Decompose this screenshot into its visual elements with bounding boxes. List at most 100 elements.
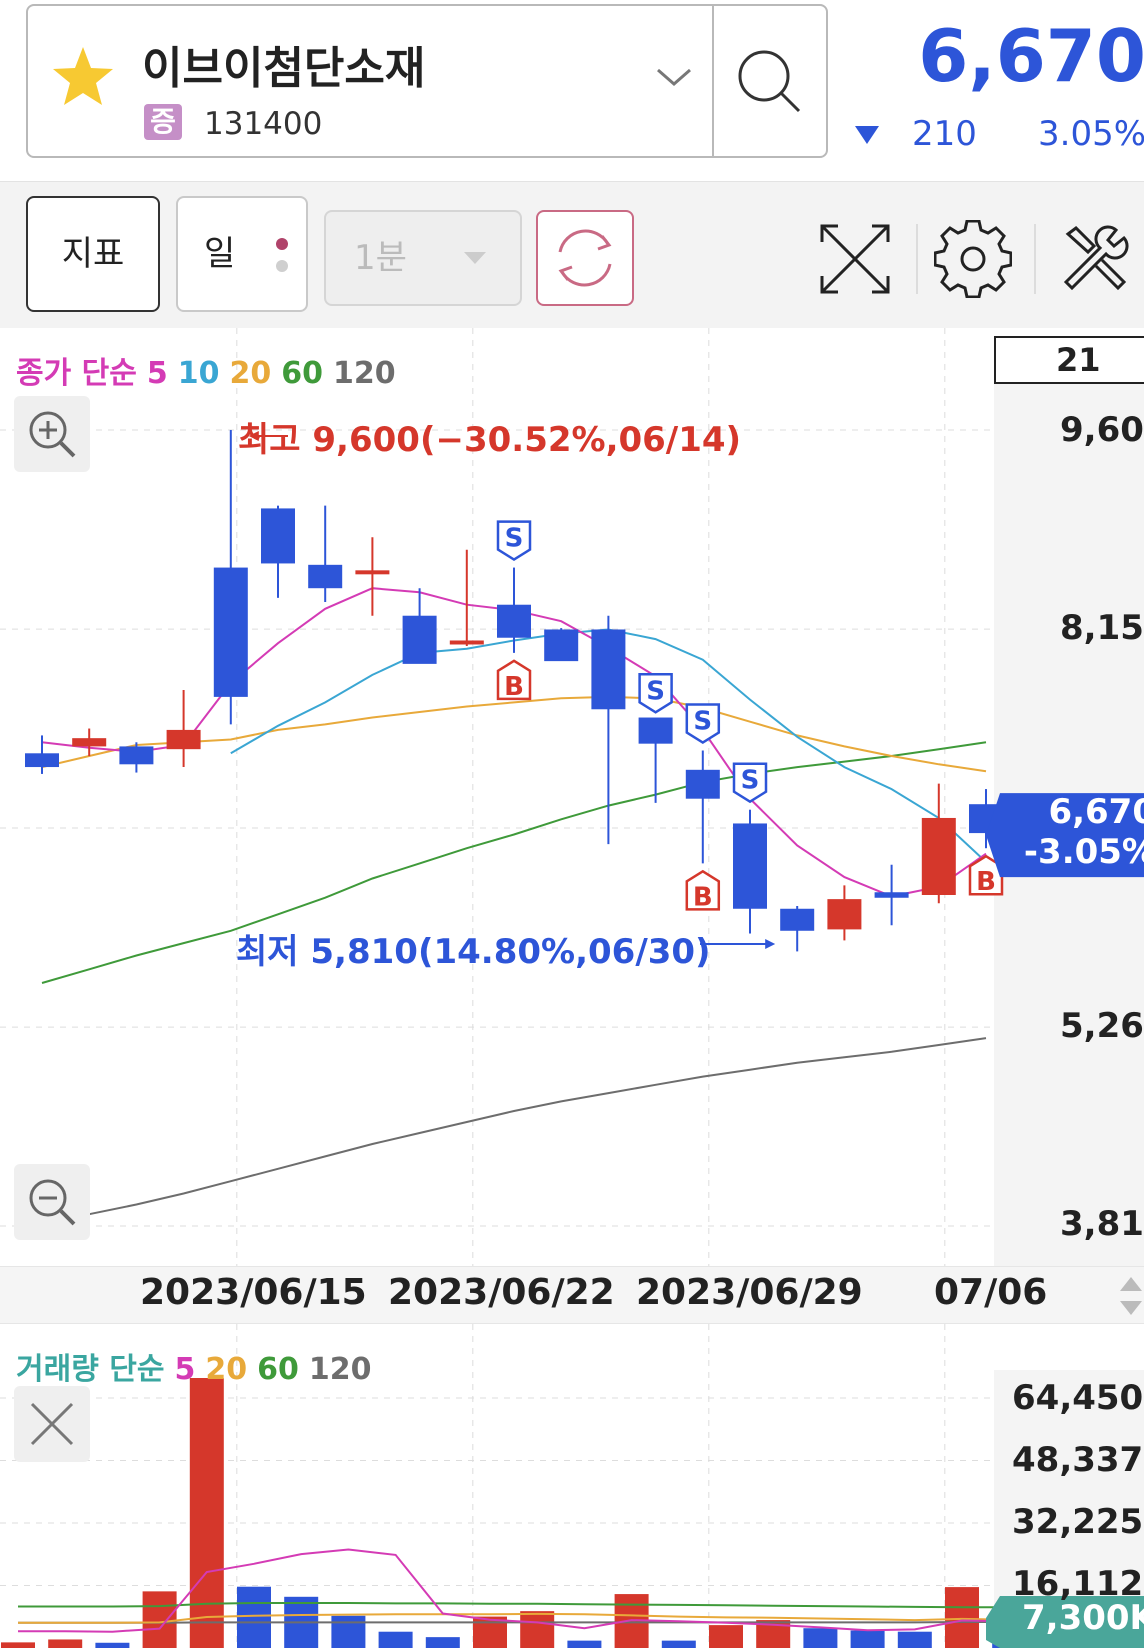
sell-signal-marker: S [638,673,673,714]
sell-signal-letter: S [646,676,665,706]
sell-signal-letter: S [693,707,712,737]
change-percent: 3.05% [1038,114,1144,154]
volume-axis-label: 48,337K [1012,1440,1144,1480]
volume-bar [803,1628,838,1648]
volume-bar [1,1642,35,1648]
candle-body [261,508,295,564]
volume-legend[interactable]: 거래량 단순 5 20 60 120 [16,1344,381,1388]
search-button[interactable] [714,6,826,156]
buy-signal-marker: B [685,869,721,912]
candle-body [733,823,767,909]
price-axis-label: 8,153 [1060,608,1144,648]
legend-ma10: 10 [177,356,220,391]
chevron-down-icon[interactable] [654,62,694,92]
candle-body [921,817,956,895]
fullscreen-icon[interactable] [816,220,894,298]
period-button[interactable]: 일 [176,196,308,312]
legend-ma20: 20 [229,356,272,391]
gear-icon[interactable] [934,220,1012,298]
volume-bar [897,1631,932,1648]
toolbar-divider [916,224,918,294]
candle-body [119,746,154,765]
tools-icon[interactable] [1056,220,1134,298]
interval-label: 1분 [354,238,407,278]
candle-body [544,629,579,662]
stock-header: 이브이첨단소재 증 131400 6,670 210 3.05% [0,0,1144,182]
legend-vma60: 60 [257,1352,299,1387]
candle-body [827,899,862,930]
candle-body [780,908,815,931]
legend-title: 거래량 단순 [16,1352,165,1387]
volume-bar [709,1625,743,1648]
zoom-in-button[interactable] [14,396,90,472]
current-price-tag-value: 6,670 [1048,792,1144,832]
legend-title: 종가 단순 [16,356,137,391]
candle-body [402,615,437,664]
legend-ma60: 60 [281,356,323,391]
volume-bar [378,1631,413,1648]
period-dot-inactive [276,260,288,272]
price-axis-label: 9,600 [1060,410,1144,450]
price-plot-area [0,328,994,1266]
legend-vma120: 120 [308,1352,372,1387]
indicator-button[interactable]: 지표 [26,196,160,312]
down-arrow-icon [855,126,879,144]
candle-body [638,717,673,744]
date-label: 2023/06/15 [140,1272,367,1313]
volume-bar [850,1630,885,1648]
stock-selector[interactable]: 이브이첨단소재 증 131400 [26,4,828,158]
favorite-star-icon[interactable] [50,44,116,110]
volume-bar [331,1615,366,1648]
low-price-annotation: 최저 5,810(14.80%,06/30) [236,932,711,972]
zoom-out-icon [29,1179,76,1226]
change-amount: 210 [912,114,977,154]
date-label: 2023/06/29 [636,1272,863,1313]
sell-signal-letter: S [741,766,760,796]
chevron-down-icon [464,252,486,264]
current-price: 6,670 [918,14,1144,98]
scroll-arrows-icon[interactable] [1118,1271,1144,1321]
current-volume-tag: 7,300K [1022,1598,1144,1638]
close-volume-button[interactable] [14,1386,90,1462]
market-badge: 증 [144,104,182,140]
refresh-button[interactable] [536,210,634,306]
volume-axis-label: 64,450K [1012,1378,1144,1418]
interval-select[interactable]: 1분 [324,210,522,306]
sell-signal-letter: S [505,524,524,554]
candle-body [497,604,531,638]
volume-bar [142,1591,177,1648]
period-label: 일 [204,234,236,274]
candle-count[interactable]: 21 [994,336,1144,384]
current-price-tag-change: -3.05% [1023,832,1144,872]
candle-body [685,769,720,799]
candle-body [449,640,484,645]
candle-body [308,564,343,589]
sell-signal-marker: S [732,762,768,804]
sell-signal-marker: S [496,520,532,562]
volume-bar [237,1586,271,1648]
zoom-out-button[interactable] [14,1164,90,1240]
toolbar-divider [1034,224,1036,294]
volume-bar [48,1639,83,1648]
price-volume-chart[interactable]: SB SSBSB [0,328,1144,1648]
price-legend[interactable]: 종가 단순 5 10 20 60 120 [16,348,406,392]
candle-body [25,753,59,768]
volume-axis-label: 32,225K [1012,1502,1144,1542]
legend-vma5: 5 [174,1352,196,1387]
sell-signal-marker: S [685,703,721,745]
candle-body [72,738,107,747]
volume-bar [189,1378,224,1648]
date-label: 2023/06/22 [388,1272,615,1313]
candle-body [355,570,390,575]
buy-signal-letter: B [504,672,524,702]
candle-body [874,892,909,898]
price-axis-label: 3,814 [1060,1204,1144,1244]
high-price-annotation: 최고 9,600(−30.52%,06/14) [238,420,742,460]
buy-signal-letter: B [976,867,996,897]
current-price-tag: 6,670 -3.05% [1000,788,1144,878]
volume-bar [661,1640,696,1648]
zoom-in-icon [29,411,76,458]
volume-bar [95,1642,130,1648]
stock-name: 이브이첨단소재 [142,43,426,94]
buy-signal-letter: B [693,882,713,912]
